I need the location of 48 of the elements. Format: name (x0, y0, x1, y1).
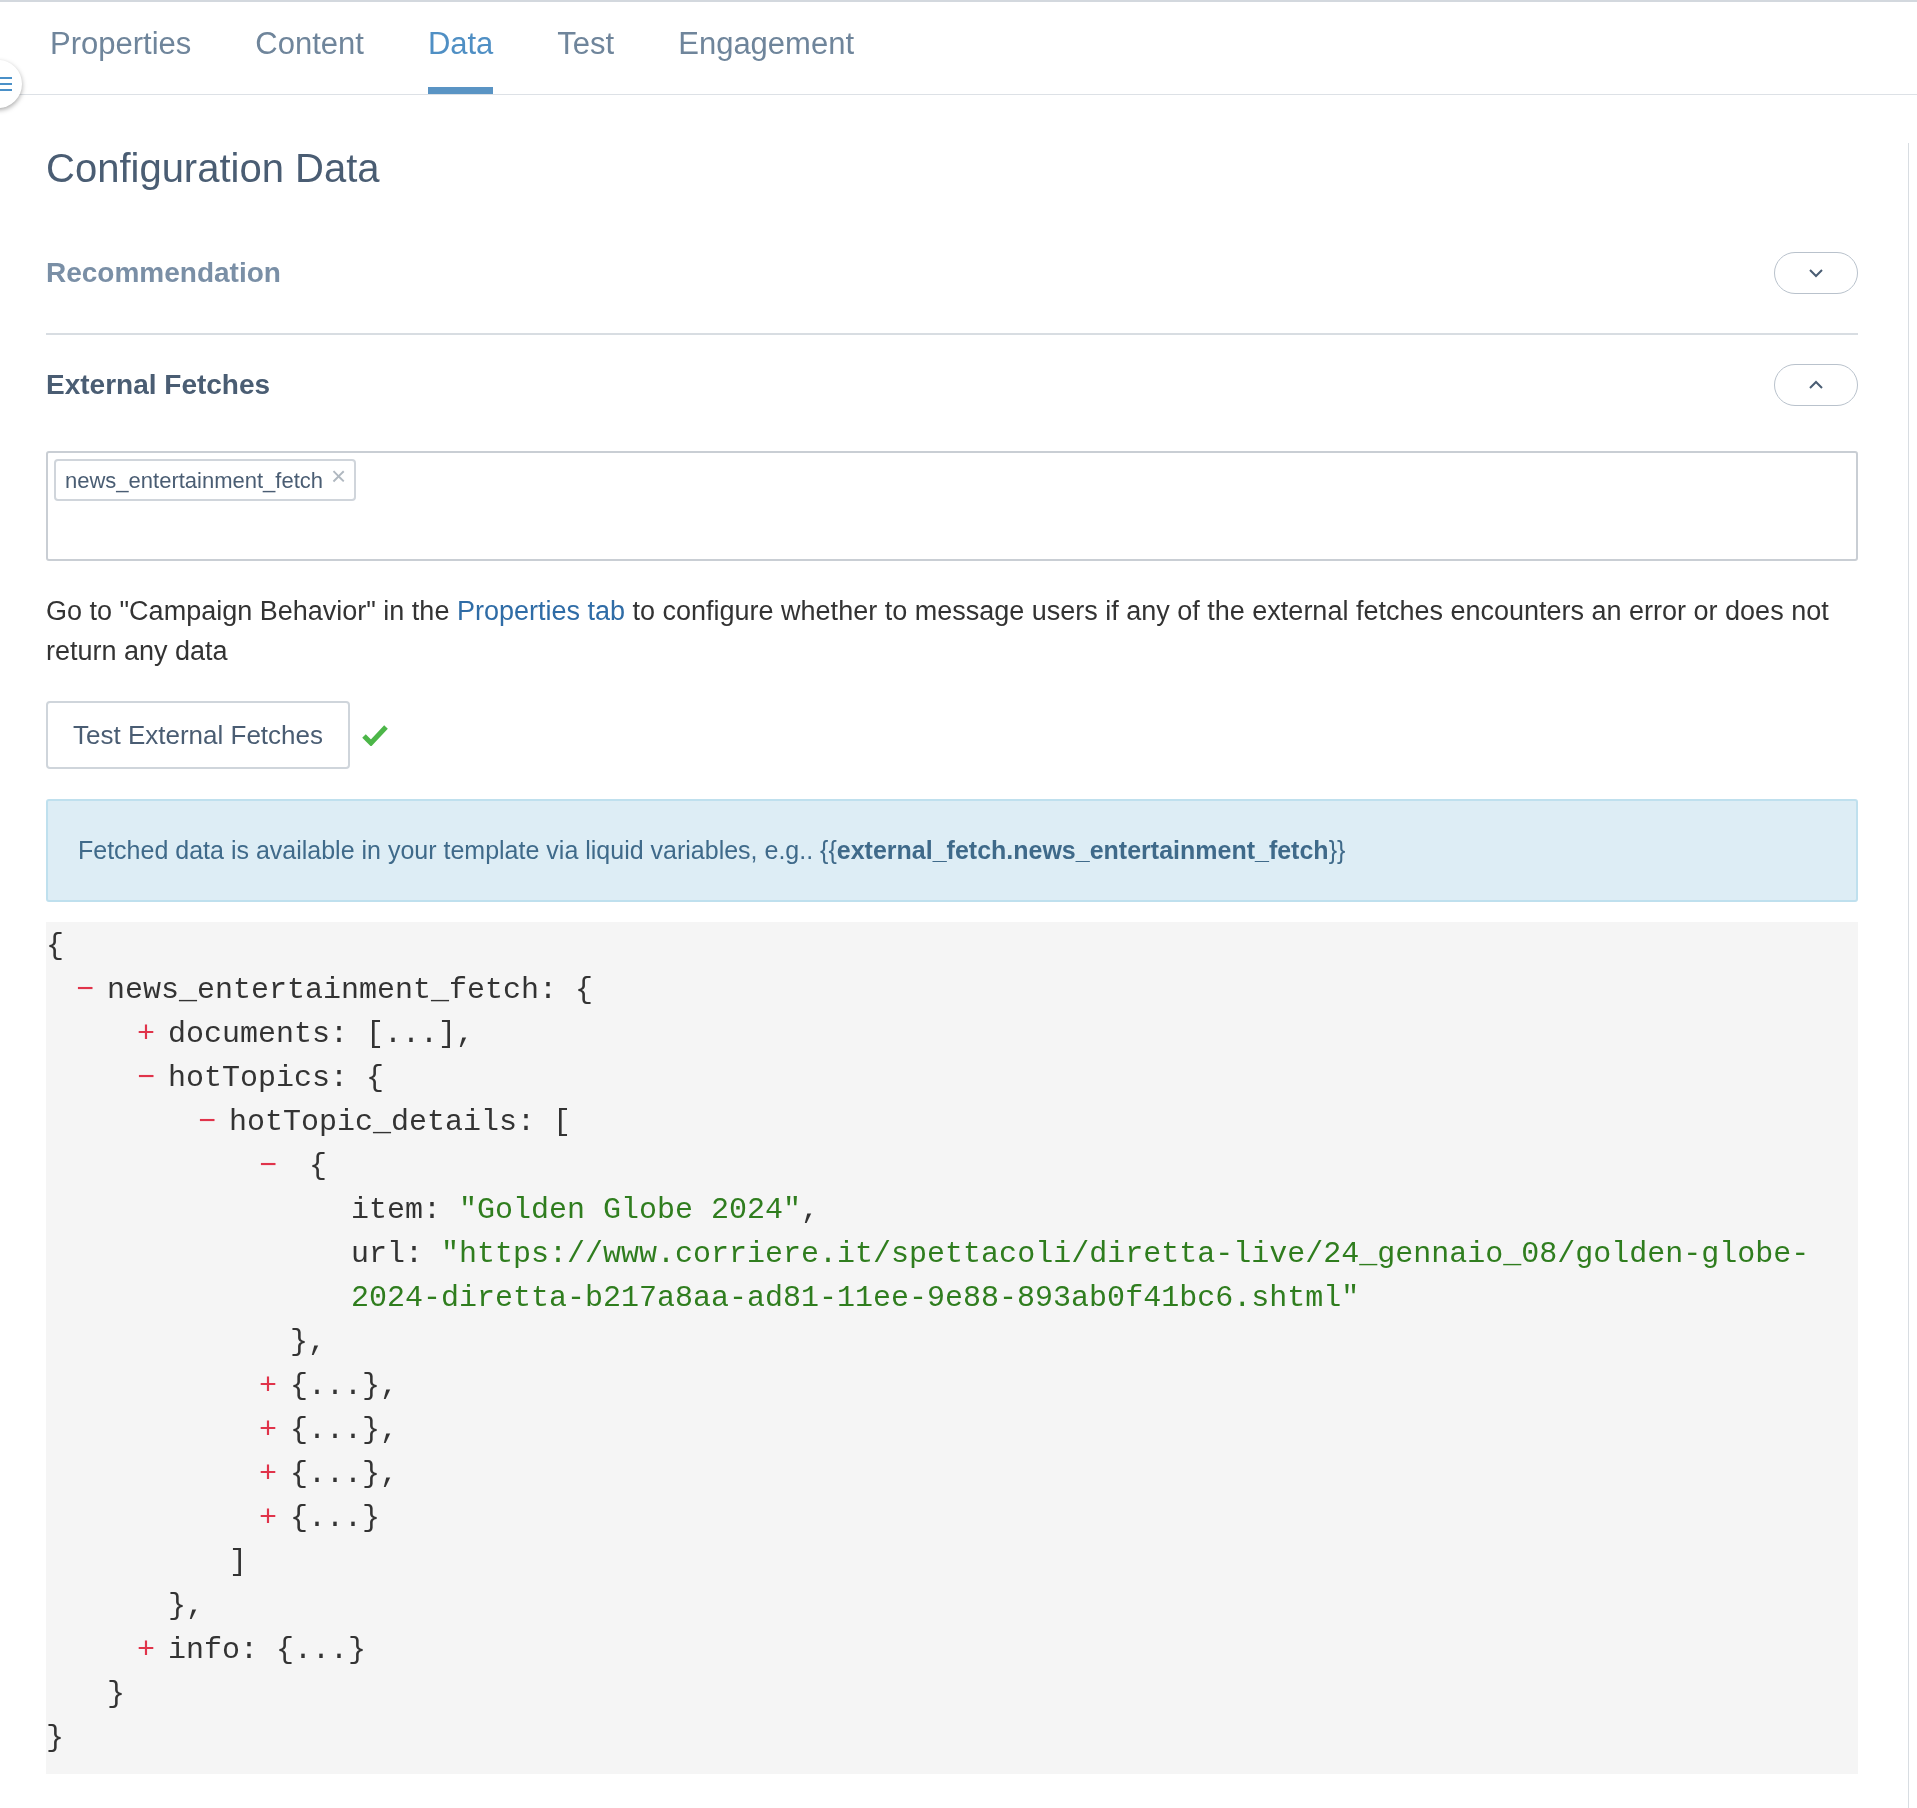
code-line: url: "https://www.corriere.it/spettacoli/diretta-live/24_gennaio_08/golden-globe-2024-diretta-b217a8aa-ad81-11ee-9e88-893ab0f41bc6.shtml" (351, 1236, 1811, 1317)
code-line: hotTopic_details: [ (229, 1104, 572, 1141)
tab[interactable]: Properties (50, 20, 192, 94)
code-line: info: {...} (168, 1632, 367, 1669)
menu-icon (0, 76, 12, 92)
code-line: hotTopics: { (168, 1060, 385, 1097)
collapse-toggle[interactable]: − (137, 1056, 168, 1100)
remove-tag-button[interactable]: × (331, 463, 347, 489)
collapse-toggle[interactable]: − (76, 968, 107, 1012)
chevron-down-icon (1808, 268, 1824, 278)
section-title: External Fetches (46, 368, 271, 402)
fetch-select-field[interactable]: news_entertainment_fetch × (46, 451, 1858, 561)
expand-toggle[interactable]: + (137, 1628, 168, 1672)
tab[interactable]: Data (427, 20, 494, 94)
page-title: Configuration Data (46, 145, 381, 192)
code-line: { (46, 929, 64, 963)
code-line: ] (229, 1545, 247, 1579)
expand-toggle[interactable]: + (259, 1496, 290, 1540)
collapse-toggle-button[interactable] (1774, 252, 1858, 294)
info-text: Fetched data is available in your template via liquid variables, e.g.. {{external_fetch.news_entertainment_fetch}} (78, 834, 1346, 866)
tab[interactable]: Test (557, 20, 615, 94)
tab[interactable]: Content (255, 20, 364, 94)
code-line: }, (290, 1325, 326, 1359)
code-line: {...}, (290, 1412, 399, 1449)
code-line: }, (168, 1589, 204, 1623)
tab[interactable]: Engagement (678, 20, 855, 94)
code-line: item: "Golden Globe 2024", (351, 1192, 821, 1229)
collapse-toggle[interactable]: − (259, 1144, 290, 1188)
code-line: {...}, (290, 1456, 399, 1493)
code-line: {...}, (290, 1368, 399, 1405)
expand-toggle[interactable]: + (259, 1364, 290, 1408)
code-line: documents: [...], (168, 1016, 475, 1053)
code-line: } (46, 1721, 64, 1755)
collapse-toggle-button[interactable] (1774, 364, 1858, 406)
tag-label: news_entertainment_fetch (65, 466, 324, 495)
code-line: {...} (290, 1500, 380, 1537)
code-line: { (309, 1148, 327, 1185)
code-line: news_entertainment_fetch: { (107, 972, 594, 1009)
help-text: Go to "Campaign Behavior" in the Properties tab to configure whether to message users if any of the external fetches encounters an error or does not return any data (46, 595, 1830, 668)
test-fetches-button[interactable]: Test External Fetches (46, 701, 350, 769)
expand-toggle[interactable]: + (259, 1408, 290, 1452)
properties-tab-link[interactable]: Properties tab (456, 596, 625, 626)
chevron-up-icon (1808, 380, 1824, 390)
expand-toggle[interactable]: + (137, 1012, 168, 1056)
code-line: } (107, 1677, 125, 1711)
collapse-toggle[interactable]: − (198, 1100, 229, 1144)
section-title: Recommendation (46, 256, 281, 290)
expand-toggle[interactable]: + (259, 1452, 290, 1496)
